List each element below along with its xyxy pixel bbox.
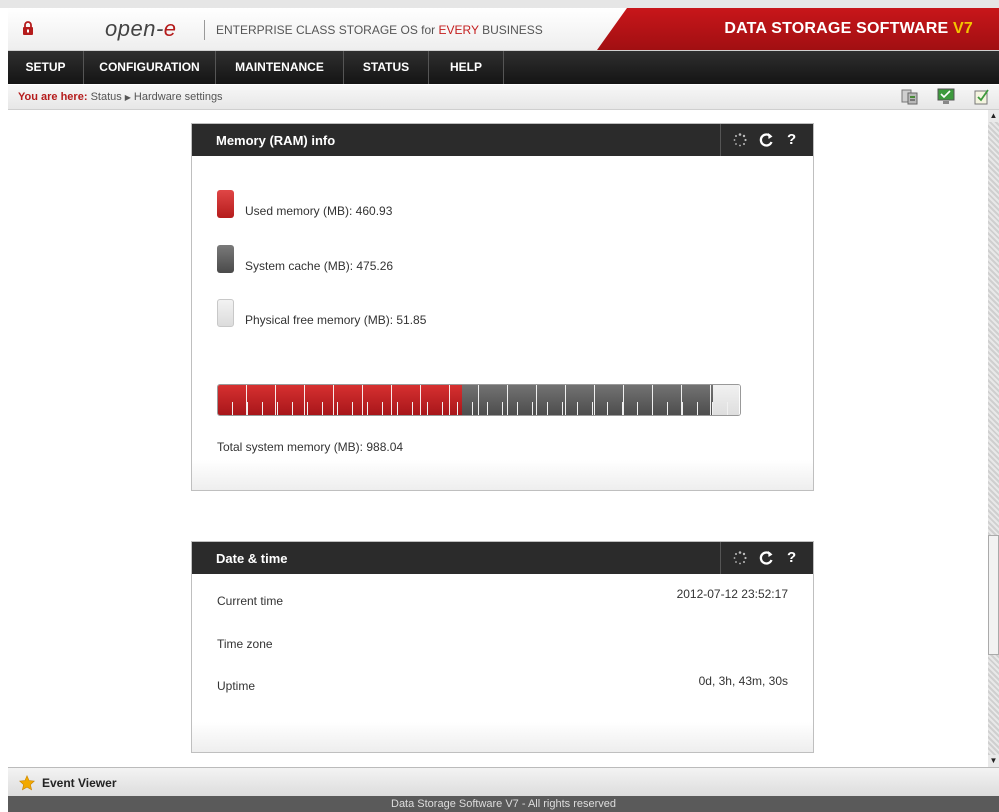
nav-status[interactable]: STATUS bbox=[344, 51, 429, 84]
help-icon[interactable]: ? bbox=[787, 549, 796, 566]
memory-panel: Memory (RAM) info ? Used memory (MB): 46… bbox=[191, 123, 814, 491]
current-time-label: Current time bbox=[217, 594, 284, 608]
content-scrollbar[interactable]: ▲ ▼ bbox=[988, 110, 999, 767]
current-time-value: 2012-07-12 23:52:17 bbox=[676, 587, 788, 601]
main-nav: SETUP CONFIGURATION MAINTENANCE STATUS H… bbox=[8, 51, 999, 84]
breadcrumb-separator: ▶ bbox=[124, 93, 131, 102]
spinner-icon[interactable] bbox=[733, 551, 747, 565]
refresh-icon[interactable] bbox=[759, 549, 774, 567]
page-footer: Data Storage Software V7 - All rights re… bbox=[8, 796, 999, 812]
spinner-icon[interactable] bbox=[733, 133, 747, 147]
time-zone-row: Time zone bbox=[217, 637, 788, 657]
uptime-value: 0d, 3h, 43m, 30s bbox=[698, 674, 788, 688]
date-time-panel-header: Date & time ? bbox=[192, 542, 813, 574]
used-memory-label: Used memory (MB): 460.93 bbox=[245, 204, 393, 218]
time-zone-label: Time zone bbox=[217, 637, 273, 651]
scroll-up-arrow-icon[interactable]: ▲ bbox=[988, 110, 999, 122]
nav-configuration[interactable]: CONFIGURATION bbox=[84, 51, 216, 84]
memory-panel-footer bbox=[192, 460, 813, 490]
free-memory-label: Physical free memory (MB): 51.85 bbox=[245, 313, 427, 327]
scroll-track[interactable] bbox=[988, 122, 999, 755]
brand-title: DATA STORAGE SOFTWARE V7 bbox=[724, 20, 973, 37]
nav-help[interactable]: HELP bbox=[429, 51, 504, 84]
memory-usage-bar bbox=[217, 384, 741, 416]
total-memory-label: Total system memory (MB): 988.04 bbox=[217, 440, 404, 454]
memory-bar-minor-ticks bbox=[218, 402, 740, 415]
system-cache-label: System cache (MB): 475.26 bbox=[245, 259, 394, 273]
nav-setup[interactable]: SETUP bbox=[8, 51, 84, 84]
date-time-panel: Date & time ? Current time 2012-07-12 23… bbox=[191, 541, 814, 753]
notes-icon[interactable] bbox=[973, 88, 991, 105]
free-memory-swatch bbox=[217, 299, 234, 327]
scroll-thumb[interactable] bbox=[988, 535, 999, 655]
header-tagline: ENTERPRISE CLASS STORAGE OS for EVERY BU… bbox=[216, 23, 543, 37]
event-viewer-button[interactable]: Event Viewer bbox=[42, 776, 116, 790]
breadcrumb-item-status[interactable]: Status bbox=[91, 91, 122, 103]
breadcrumb-text: You are here: Status ▶ Hardware settings bbox=[18, 91, 223, 103]
brand-banner: DATA STORAGE SOFTWARE V7 bbox=[597, 8, 999, 50]
main-content: Memory (RAM) info ? Used memory (MB): 46… bbox=[8, 110, 988, 767]
current-time-row: Current time 2012-07-12 23:52:17 bbox=[217, 587, 788, 614]
header-divider bbox=[204, 20, 205, 40]
system-cache-swatch bbox=[217, 245, 234, 273]
date-time-panel-footer bbox=[192, 722, 813, 752]
star-icon bbox=[19, 775, 35, 791]
date-time-panel-tools: ? bbox=[720, 542, 813, 574]
breadcrumb: You are here: Status ▶ Hardware settings bbox=[8, 85, 999, 110]
app-header: open-e ENTERPRISE CLASS STORAGE OS for E… bbox=[8, 8, 999, 51]
nav-maintenance[interactable]: MAINTENANCE bbox=[216, 51, 344, 84]
uptime-row: Uptime 0d, 3h, 43m, 30s bbox=[217, 674, 788, 699]
date-time-panel-title: Date & time bbox=[216, 551, 288, 566]
scroll-down-arrow-icon[interactable]: ▼ bbox=[988, 755, 999, 767]
database-icon[interactable] bbox=[901, 88, 919, 105]
monitor-icon[interactable] bbox=[937, 88, 955, 105]
bottom-bar: Event Viewer bbox=[8, 767, 999, 797]
window-top-strip bbox=[0, 0, 999, 8]
memory-panel-header: Memory (RAM) info ? bbox=[192, 124, 813, 156]
breadcrumb-prefix: You are here: bbox=[18, 91, 88, 103]
memory-panel-tools: ? bbox=[720, 124, 813, 156]
used-memory-swatch bbox=[217, 190, 234, 218]
lock-icon bbox=[23, 21, 33, 35]
memory-panel-title: Memory (RAM) info bbox=[216, 133, 336, 148]
open-e-logo: open-e bbox=[105, 16, 177, 41]
uptime-label: Uptime bbox=[217, 679, 256, 693]
refresh-icon[interactable] bbox=[759, 131, 774, 149]
help-icon[interactable]: ? bbox=[787, 131, 796, 148]
breadcrumb-item-hardware-settings: Hardware settings bbox=[133, 91, 223, 103]
